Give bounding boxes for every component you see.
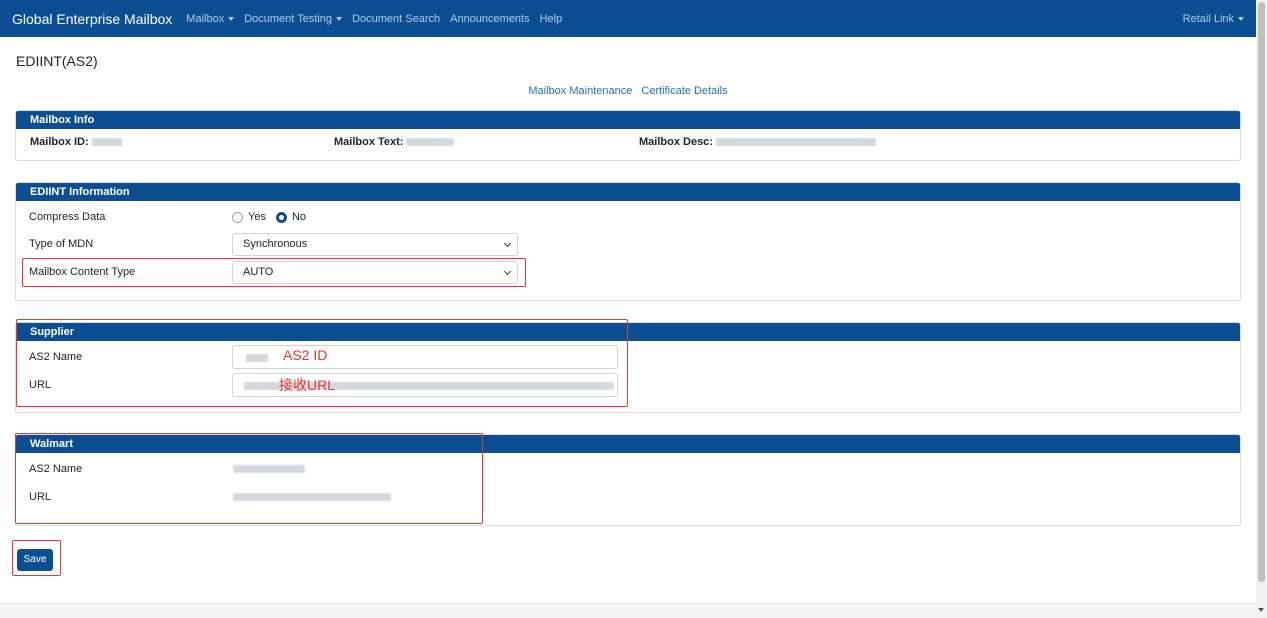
brand-logo[interactable]: Global Enterprise Mailbox bbox=[12, 11, 172, 27]
mdn-type-value: Synchronous bbox=[243, 238, 308, 250]
sub-nav-links: Mailbox Maintenance Certificate Details bbox=[0, 85, 1256, 97]
content-type-highlight-box bbox=[22, 258, 526, 287]
mailbox-text-label: Mailbox Text: bbox=[334, 136, 404, 148]
nav-document-search[interactable]: Document Search bbox=[352, 13, 440, 25]
receive-url-annotation: 接收URL bbox=[279, 377, 336, 393]
mdn-type-select[interactable]: Synchronous bbox=[232, 233, 518, 256]
nav-mailbox-label: Mailbox bbox=[186, 12, 225, 25]
mailbox-text-field: Mailbox Text: bbox=[334, 136, 455, 148]
walmart-highlight-box bbox=[15, 433, 483, 524]
caret-down-icon bbox=[1238, 16, 1244, 21]
compress-yes-radio[interactable] bbox=[232, 211, 243, 223]
caret-down-icon bbox=[336, 16, 343, 21]
user-menu-retail-link[interactable]: Retail Link bbox=[1183, 13, 1244, 25]
user-menu-label: Retail Link bbox=[1182, 12, 1234, 25]
compress-no-label[interactable]: No bbox=[292, 211, 306, 223]
nav-document-testing-menu[interactable]: Document Testing bbox=[244, 12, 343, 25]
caret-down-icon bbox=[228, 16, 235, 21]
page-footer bbox=[0, 603, 1256, 618]
mailbox-info-header: Mailbox Info bbox=[16, 111, 1240, 129]
nav-mailbox-menu[interactable]: Mailbox bbox=[186, 12, 235, 25]
compress-yes-label[interactable]: Yes bbox=[248, 211, 266, 223]
nav-help[interactable]: Help bbox=[540, 13, 563, 25]
mailbox-maintenance-link[interactable]: Mailbox Maintenance bbox=[528, 85, 632, 97]
top-navbar: Global Enterprise Mailbox Mailbox Docume… bbox=[0, 0, 1256, 37]
nav-document-testing-label: Document Testing bbox=[244, 12, 333, 25]
mdn-type-label: Type of MDN bbox=[29, 238, 94, 250]
certificate-details-link[interactable]: Certificate Details bbox=[641, 85, 727, 97]
mailbox-id-redacted bbox=[91, 138, 122, 146]
compress-data-label: Compress Data bbox=[29, 211, 106, 223]
as2-id-annotation: AS2 ID bbox=[283, 347, 328, 363]
mailbox-id-label: Mailbox ID: bbox=[30, 136, 89, 148]
ediint-info-header: EDIINT Information bbox=[16, 183, 1240, 201]
scrollbar-thumb[interactable] bbox=[1258, 2, 1265, 582]
compress-data-radio-group: Yes No bbox=[232, 211, 316, 223]
mailbox-desc-field: Mailbox Desc: bbox=[639, 136, 876, 148]
vertical-scrollbar[interactable] bbox=[1256, 0, 1267, 618]
mailbox-id-field: Mailbox ID: bbox=[30, 136, 122, 148]
nav-announcements[interactable]: Announcements bbox=[450, 13, 530, 25]
mailbox-info-card: Mailbox Info Mailbox ID: Mailbox Text: M… bbox=[15, 110, 1241, 161]
save-button[interactable]: Save bbox=[17, 549, 53, 571]
page-title: EDIINT(AS2) bbox=[16, 53, 98, 69]
scroll-down-arrow-icon[interactable] bbox=[1258, 608, 1264, 612]
mailbox-desc-label: Mailbox Desc: bbox=[639, 136, 713, 148]
mailbox-desc-redacted bbox=[715, 138, 876, 146]
chevron-down-icon bbox=[503, 239, 512, 248]
compress-no-radio[interactable] bbox=[275, 211, 287, 223]
mailbox-text-redacted bbox=[406, 138, 455, 146]
